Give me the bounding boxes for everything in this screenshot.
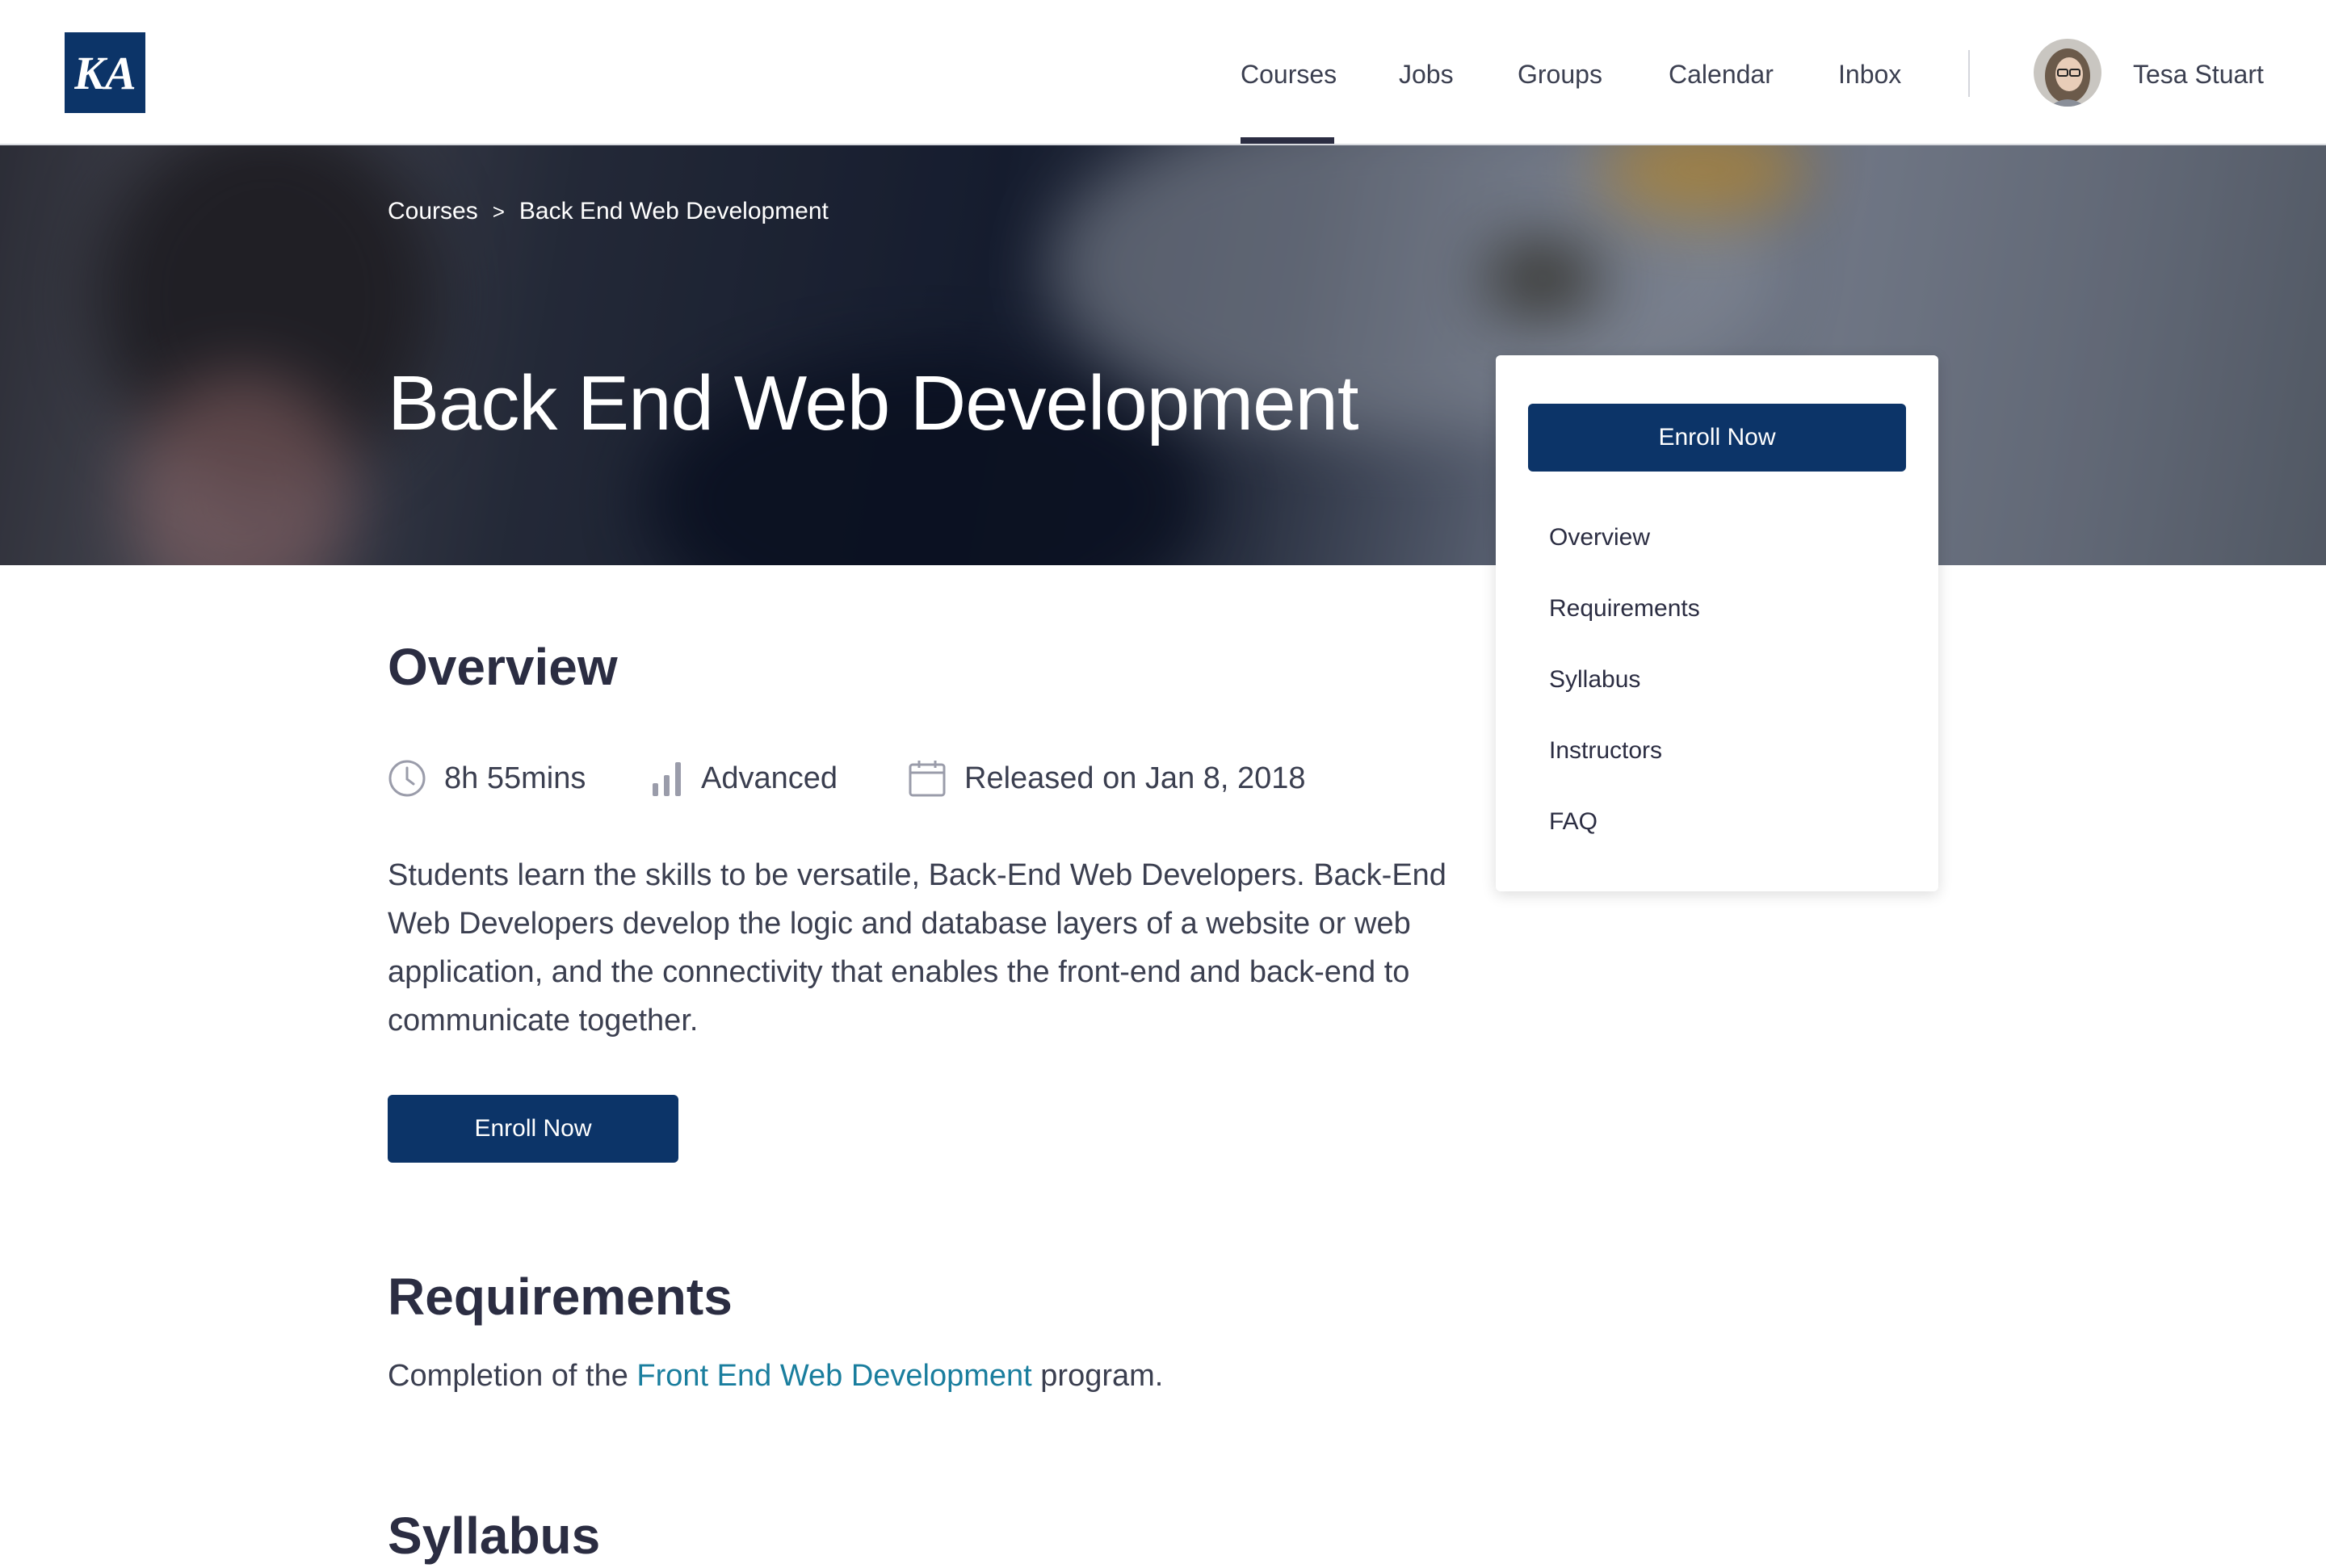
side-link-requirements[interactable]: Requirements (1549, 593, 1700, 625)
released-text: Released on Jan 8, 2018 (964, 761, 1306, 795)
duration-text: 8h 55mins (444, 761, 586, 795)
chevron-right-icon: > (492, 199, 505, 224)
top-navigation-bar: KA Courses Jobs Groups Calendar Inbox Te… (0, 0, 2326, 145)
bar-chart-icon (653, 762, 681, 796)
clock-icon (388, 760, 426, 797)
user-name[interactable]: Tesa Stuart (2133, 58, 2264, 90)
course-level: Advanced (651, 756, 838, 801)
nav-item-jobs[interactable]: Jobs (1399, 58, 1454, 90)
side-link-faq[interactable]: FAQ (1549, 806, 1598, 838)
requirements-heading: Requirements (388, 1268, 733, 1326)
ka-logo-icon[interactable]: KA (65, 32, 145, 113)
breadcrumb-current: Back End Web Development (519, 198, 829, 224)
level-text: Advanced (701, 761, 838, 795)
avatar[interactable] (2034, 39, 2101, 107)
nav-divider (1968, 50, 1970, 97)
calendar-icon (909, 761, 946, 797)
course-release-date: Released on Jan 8, 2018 (908, 756, 1306, 801)
nav-item-groups[interactable]: Groups (1518, 58, 1602, 90)
nav-item-courses[interactable]: Courses (1241, 58, 1337, 90)
side-enroll-button[interactable]: Enroll Now (1528, 404, 1906, 472)
requirements-text: Completion of the Front End Web Developm… (388, 1352, 1163, 1400)
nav-item-inbox[interactable]: Inbox (1838, 58, 1901, 90)
side-link-instructors[interactable]: Instructors (1549, 735, 1662, 767)
syllabus-heading: Syllabus (388, 1507, 601, 1565)
course-side-card: Enroll Now Overview Requirements Syllabu… (1496, 355, 1938, 891)
nav-item-calendar[interactable]: Calendar (1669, 58, 1774, 90)
front-end-program-link[interactable]: Front End Web Development (636, 1359, 1031, 1393)
breadcrumb: Courses > Back End Web Development (388, 195, 829, 228)
overview-heading: Overview (388, 638, 618, 696)
enroll-now-button[interactable]: Enroll Now (388, 1095, 678, 1163)
overview-description: Students learn the skills to be versatil… (388, 858, 1446, 1038)
side-link-overview[interactable]: Overview (1549, 522, 1650, 554)
page-title: Back End Web Development (388, 360, 1359, 447)
svg-text:KA: KA (74, 47, 136, 99)
course-duration: 8h 55mins (388, 756, 586, 801)
requirements-text-suffix: program. (1031, 1359, 1164, 1393)
requirements-text-prefix: Completion of the (388, 1359, 637, 1393)
nav-active-indicator (1241, 137, 1334, 144)
side-link-syllabus[interactable]: Syllabus (1549, 664, 1640, 696)
breadcrumb-courses-link[interactable]: Courses (388, 195, 478, 228)
